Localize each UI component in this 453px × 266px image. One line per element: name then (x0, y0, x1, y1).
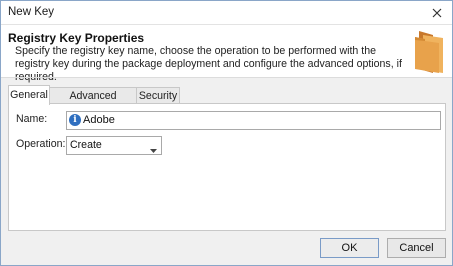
close-icon[interactable] (428, 4, 446, 21)
name-field[interactable]: i (66, 111, 441, 130)
header-description: Specify the registry key name, choose th… (15, 45, 402, 83)
cancel-button[interactable]: Cancel (387, 238, 446, 258)
tab-advanced-options[interactable]: Advanced Options (49, 87, 137, 118)
ok-button[interactable]: OK (320, 238, 379, 258)
general-tab-panel: Name: i Operation: Create (8, 103, 446, 231)
info-icon: i (69, 114, 81, 126)
name-label: Name: (16, 113, 48, 125)
operation-label: Operation: (16, 138, 66, 150)
chevron-down-icon (150, 144, 157, 156)
name-input[interactable] (83, 112, 433, 127)
tab-security[interactable]: Security (136, 87, 180, 104)
title-bar: New Key (1, 1, 452, 25)
header-title: Registry Key Properties (8, 31, 145, 45)
operation-value: Create (70, 139, 102, 151)
new-key-dialog: New Key Registry Key Properties Specify … (0, 0, 453, 266)
header-divider (1, 77, 452, 78)
window-title: New Key (8, 6, 55, 18)
folder-icon (415, 31, 443, 73)
tab-general[interactable]: General (8, 85, 50, 105)
dialog-footer: OK Cancel (1, 231, 452, 265)
operation-dropdown[interactable]: Create (66, 136, 162, 155)
header-panel: Registry Key Properties Specify the regi… (1, 25, 452, 83)
